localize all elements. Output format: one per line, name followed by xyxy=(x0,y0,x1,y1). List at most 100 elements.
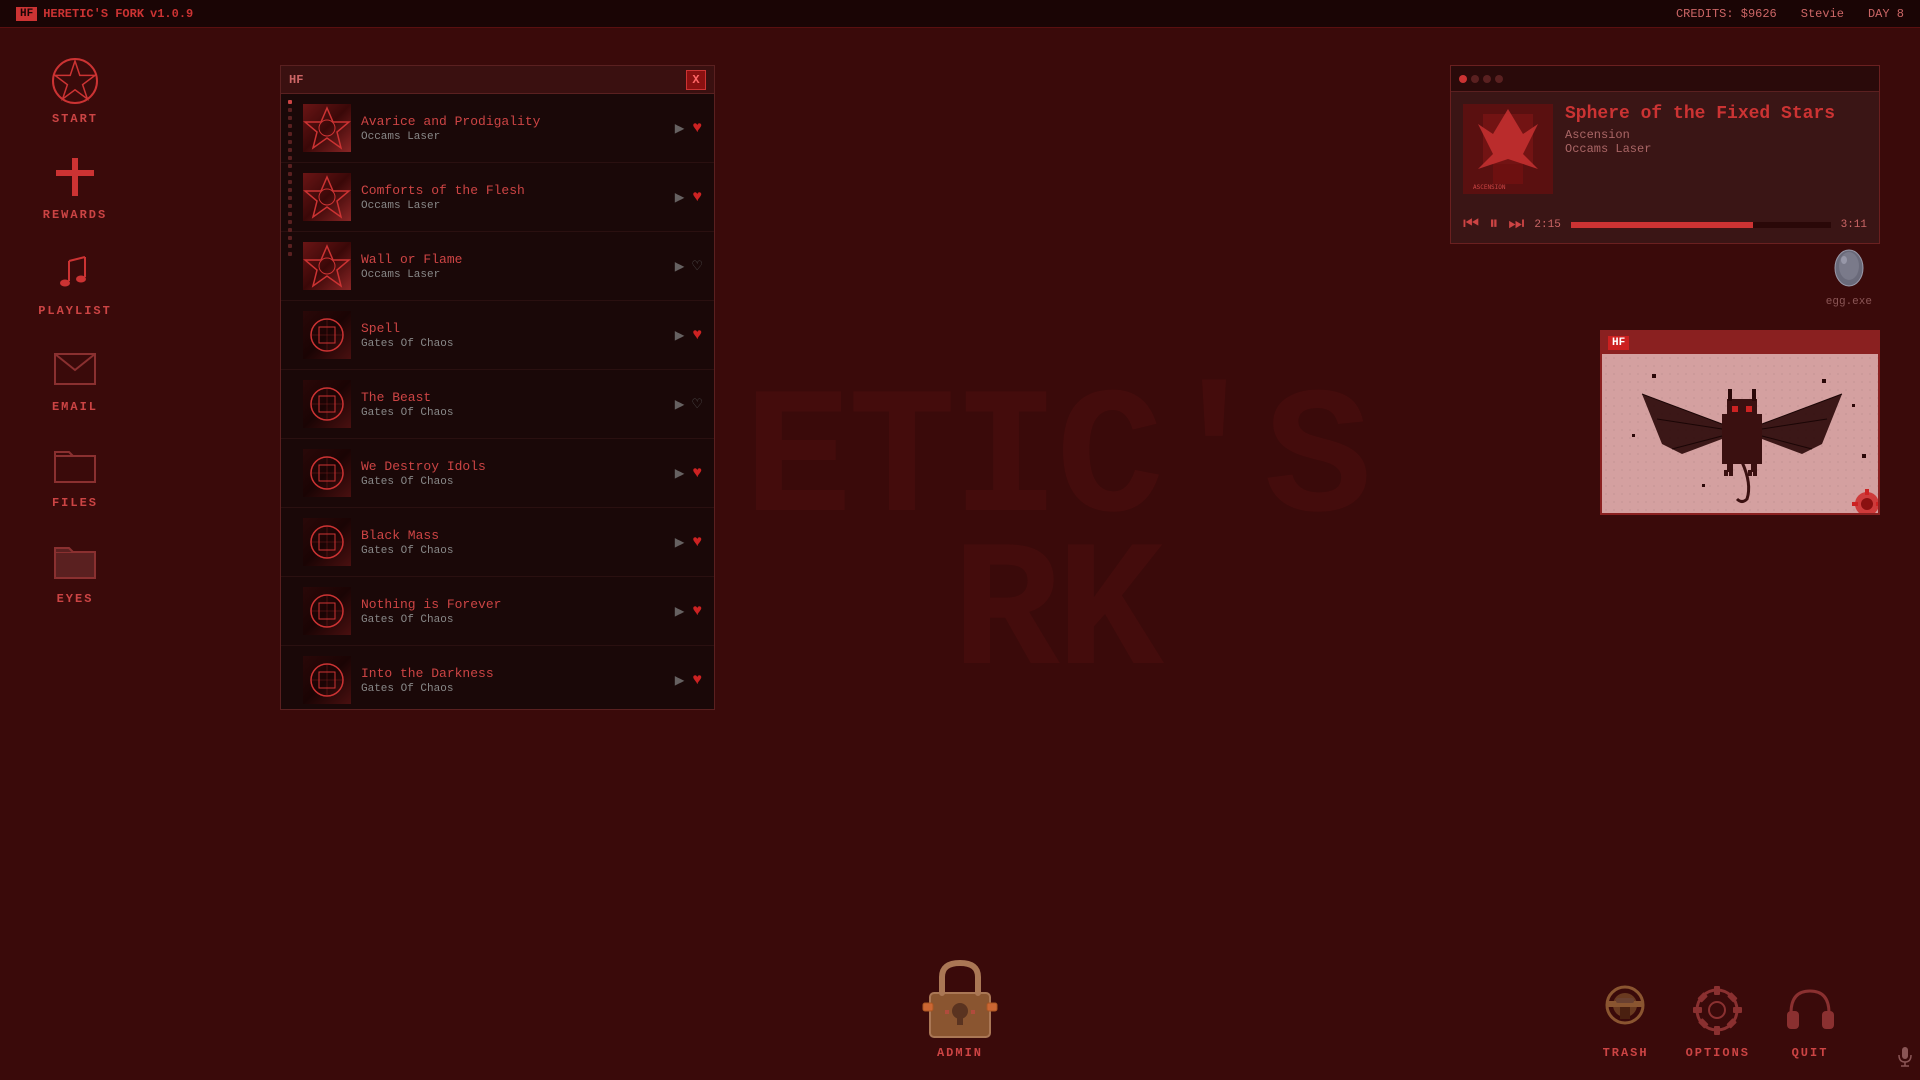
sidebar-item-rewards[interactable]: REWARDS xyxy=(25,144,125,230)
player-next-button[interactable]: ⏭ xyxy=(1508,214,1524,235)
playlist-content[interactable]: Avarice and Prodigality Occams Laser ▶ ♥… xyxy=(281,94,714,709)
progress-bar[interactable] xyxy=(1571,222,1831,228)
track-row[interactable]: Nothing is Forever Gates Of Chaos ▶ ♥ xyxy=(281,577,714,646)
track-row[interactable]: Avarice and Prodigality Occams Laser ▶ ♥ xyxy=(281,94,714,163)
track-favorite-button[interactable]: ♥ xyxy=(692,464,702,482)
sidebar-item-start[interactable]: START xyxy=(25,48,125,134)
player-time-total: 3:11 xyxy=(1841,219,1867,231)
sidebar-item-email[interactable]: EMAIL xyxy=(25,336,125,422)
playlist-close-button[interactable]: X xyxy=(686,70,706,90)
track-thumbnail xyxy=(303,311,351,359)
track-favorite-button[interactable]: ♥ xyxy=(692,326,702,344)
sidebar-files-label: FILES xyxy=(52,496,98,510)
topbar-day: DAY 8 xyxy=(1868,7,1904,21)
track-thumbnail xyxy=(303,242,351,290)
player-song-title: Sphere of the Fixed Stars xyxy=(1565,104,1867,124)
sidebar-item-playlist[interactable]: PLAYLIST xyxy=(25,240,125,326)
track-row[interactable]: We Destroy Idols Gates Of Chaos ▶ ♥ xyxy=(281,439,714,508)
track-title: We Destroy Idols xyxy=(361,459,665,474)
track-row[interactable]: Wall or Flame Occams Laser ▶ ♡ xyxy=(281,232,714,301)
egg-exe[interactable]: egg.exe xyxy=(1826,240,1872,308)
track-info: Avarice and Prodigality Occams Laser xyxy=(361,114,665,143)
svg-text:ASCENSION: ASCENSION xyxy=(1473,184,1506,191)
sidebar-item-files[interactable]: FILES xyxy=(25,432,125,518)
track-thumbnail xyxy=(303,656,351,704)
track-play-button[interactable]: ▶ xyxy=(675,394,685,414)
track-thumbnail xyxy=(303,518,351,566)
track-info: Black Mass Gates Of Chaos xyxy=(361,528,665,557)
track-thumbnail xyxy=(303,173,351,221)
track-play-button[interactable]: ▶ xyxy=(675,325,685,345)
topbar-credits: CREDITS: $9626 xyxy=(1676,7,1777,21)
topbar-right: CREDITS: $9626 Stevie DAY 8 xyxy=(1676,7,1904,21)
sidebar-item-eyes[interactable]: EYES xyxy=(25,528,125,614)
track-play-button[interactable]: ▶ xyxy=(675,118,685,138)
track-info: Into the Darkness Gates Of Chaos xyxy=(361,666,665,695)
track-row[interactable]: Comforts of the Flesh Occams Laser ▶ ♥ xyxy=(281,163,714,232)
egg-icon xyxy=(1829,240,1869,290)
track-favorite-button[interactable]: ♡ xyxy=(692,394,702,414)
track-thumbnail xyxy=(303,587,351,635)
map-title-badge: HF xyxy=(1608,336,1629,350)
track-actions: ▶ ♥ xyxy=(675,532,702,552)
track-title: Black Mass xyxy=(361,528,665,543)
quit-label: QUIT xyxy=(1792,1046,1829,1060)
player-play-button[interactable]: ⏸ xyxy=(1489,214,1498,235)
sidebar-rewards-label: REWARDS xyxy=(43,208,107,222)
player-info: Sphere of the Fixed Stars Ascension Occa… xyxy=(1565,104,1867,194)
track-artist: Occams Laser xyxy=(361,200,665,212)
player-prev-button[interactable]: ⏮ xyxy=(1463,214,1479,235)
track-artist: Gates Of Chaos xyxy=(361,545,665,557)
player-album: Ascension xyxy=(1565,128,1867,142)
mic-icon xyxy=(1898,1047,1912,1072)
files-folder-icon xyxy=(50,440,100,490)
topbar-title: HERETIC'S FORK xyxy=(43,7,144,21)
track-row[interactable]: Spell Gates Of Chaos ▶ ♥ xyxy=(281,301,714,370)
track-info: We Destroy Idols Gates Of Chaos xyxy=(361,459,665,488)
track-actions: ▶ ♥ xyxy=(675,463,702,483)
pentagram-icon xyxy=(50,56,100,106)
track-title: Comforts of the Flesh xyxy=(361,183,665,198)
track-play-button[interactable]: ▶ xyxy=(675,256,685,276)
admin-container[interactable]: ADMIN xyxy=(920,955,1000,1060)
bottom-icon-trash[interactable]: TRASH xyxy=(1596,980,1656,1060)
sidebar-playlist-label: PLAYLIST xyxy=(38,304,112,318)
player-time-current: 2:15 xyxy=(1534,219,1560,231)
track-thumbnail xyxy=(303,380,351,428)
admin-label: ADMIN xyxy=(937,1046,983,1060)
track-favorite-button[interactable]: ♥ xyxy=(692,188,702,206)
track-artist: Gates Of Chaos xyxy=(361,407,665,419)
track-favorite-button[interactable]: ♥ xyxy=(692,671,702,689)
player-titlebar xyxy=(1451,66,1879,92)
track-play-button[interactable]: ▶ xyxy=(675,601,685,621)
track-actions: ▶ ♥ xyxy=(675,670,702,690)
track-row[interactable]: The Beast Gates Of Chaos ▶ ♡ xyxy=(281,370,714,439)
track-info: Nothing is Forever Gates Of Chaos xyxy=(361,597,665,626)
track-play-button[interactable]: ▶ xyxy=(675,670,685,690)
track-play-button[interactable]: ▶ xyxy=(675,532,685,552)
track-play-button[interactable]: ▶ xyxy=(675,463,685,483)
track-play-button[interactable]: ▶ xyxy=(675,187,685,207)
trash-icon xyxy=(1596,980,1656,1040)
bottom-icon-options[interactable]: OPTIONS xyxy=(1686,980,1750,1060)
admin-lock-icon xyxy=(920,955,1000,1040)
options-gear-icon xyxy=(1688,980,1748,1040)
track-info: Comforts of the Flesh Occams Laser xyxy=(361,183,665,212)
track-row[interactable]: Into the Darkness Gates Of Chaos ▶ ♥ xyxy=(281,646,714,709)
track-artist: Gates Of Chaos xyxy=(361,614,665,626)
track-row[interactable]: Black Mass Gates Of Chaos ▶ ♥ xyxy=(281,508,714,577)
map-titlebar: HF xyxy=(1602,332,1878,354)
track-favorite-button[interactable]: ♡ xyxy=(692,256,702,276)
bottom-icon-quit[interactable]: QUIT xyxy=(1780,980,1840,1060)
track-favorite-button[interactable]: ♥ xyxy=(692,602,702,620)
track-title: Wall or Flame xyxy=(361,252,665,267)
track-thumbnail xyxy=(303,449,351,497)
player-title-dots xyxy=(1459,75,1503,83)
playlist-window: HF X xyxy=(280,65,715,710)
playlist-titlebar[interactable]: HF X xyxy=(281,66,714,94)
playlist-title: HF xyxy=(289,73,303,87)
topbar: HF HERETIC'S FORK v1.0.9 CREDITS: $9626 … xyxy=(0,0,1920,28)
track-favorite-button[interactable]: ♥ xyxy=(692,119,702,137)
track-favorite-button[interactable]: ♥ xyxy=(692,533,702,551)
track-thumbnail xyxy=(303,104,351,152)
